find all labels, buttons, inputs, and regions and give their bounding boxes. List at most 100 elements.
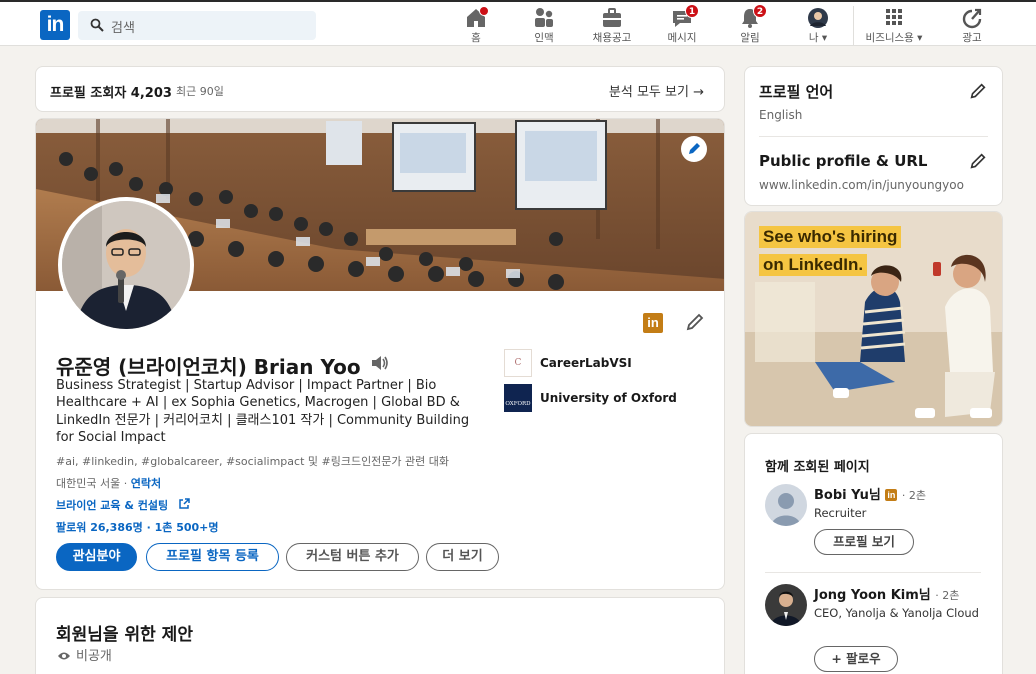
profile-headline: Business Strategist | Startup Advisor | … — [56, 378, 470, 445]
contact-info-link[interactable]: 연락처 — [131, 477, 161, 490]
interests-button[interactable]: 관심분야 — [56, 543, 137, 571]
me-avatar-icon — [806, 7, 830, 29]
person-degree: · 2촌 — [935, 589, 960, 602]
person-title: Recruiter — [814, 506, 867, 520]
profile-name: 유준영 (브라이언코치) Brian Yoo — [56, 355, 361, 379]
person-name-text: Jong Yoon Kim님 — [814, 588, 931, 603]
notifications-badge: 2 — [753, 4, 767, 18]
top-navigation: in 검색 홈 인맥 채용공고 1 메시지 2 알림 나 ▾ 비즈니스용 ▾ 광… — [0, 0, 1036, 46]
nav-advertise-label: 광고 — [962, 32, 982, 44]
suggestions-card: 회원님을 위한 제안 비공개 — [35, 597, 725, 674]
home-badge-dot — [479, 6, 489, 16]
person-avatar[interactable] — [765, 484, 807, 526]
nav-divider — [853, 6, 854, 46]
pencil-icon — [689, 143, 700, 154]
nav-business-label: 비즈니스용 ▾ — [865, 32, 923, 44]
message-icon: 1 — [670, 4, 699, 29]
follow-button[interactable]: + 팔로우 — [814, 646, 898, 672]
eye-icon — [58, 652, 70, 660]
ad-headline-line2: on LinkedIn. — [759, 254, 868, 276]
privacy-label: 비공개 — [76, 649, 112, 664]
name-pronunciation-icon[interactable] — [370, 354, 390, 376]
grid-icon — [882, 7, 906, 29]
nav-notifications[interactable]: 2 알림 — [718, 4, 782, 45]
profile-intro-card: in 유준영 (브라이언코치) Brian Yoo Business Strat… — [35, 118, 725, 590]
nav-messaging[interactable]: 1 메시지 — [650, 4, 714, 45]
profile-viewers-count: 프로필 조회자 4,203 — [50, 86, 172, 101]
profile-language-title: 프로필 언어 — [759, 83, 834, 101]
nav-jobs[interactable]: 채용공고 — [580, 7, 644, 45]
careerlab-logo: C — [504, 349, 532, 377]
viewers-period: 최근 90일 — [176, 85, 224, 98]
divider — [759, 136, 988, 137]
hiring-ad[interactable]: See who's hiring on LinkedIn. — [744, 211, 1003, 427]
home-icon — [464, 6, 489, 29]
linkedin-logo-icon[interactable]: in — [40, 10, 70, 40]
nav-me-label: 나 ▾ — [808, 32, 828, 44]
view-analytics-label: 분석 모두 보기 — [608, 85, 689, 100]
person-degree: · 2촌 — [901, 489, 926, 502]
nav-me[interactable]: 나 ▾ — [786, 7, 850, 45]
people-icon — [532, 7, 556, 29]
person-name-text: Bobi Yu님 — [814, 488, 881, 503]
custom-button-add[interactable]: 커스텀 버튼 추가 — [286, 543, 419, 571]
profile-location: 대한민국 서울 · 연락처 — [56, 477, 162, 490]
bell-icon: 2 — [738, 4, 767, 29]
oxford-logo: OXFORD — [504, 384, 532, 412]
search-icon — [90, 18, 104, 32]
view-profile-button[interactable]: 프로필 보기 — [814, 529, 914, 555]
nav-business-text: 비즈니스용 — [865, 32, 914, 44]
pencil-icon — [970, 153, 986, 169]
pencil-icon — [970, 83, 986, 99]
profile-language-value: English — [759, 108, 803, 122]
person-avatar[interactable] — [765, 584, 807, 626]
nav-notifications-label: 알림 — [740, 32, 760, 44]
profile-website-link[interactable]: 브라이언 교육 & 컨설팅 — [56, 497, 190, 513]
profile-hashtags: #ai, #linkedin, #globalcareer, #socialim… — [56, 455, 450, 468]
nav-home[interactable]: 홈 — [444, 6, 508, 45]
suggestions-title: 회원님을 위한 제안 — [56, 625, 193, 645]
public-profile-title: Public profile & URL — [759, 152, 928, 170]
pencil-icon — [686, 313, 704, 331]
profile-viewers-card: 프로필 조회자 4,203 최근 90일 분석 모두 보기 → — [35, 66, 725, 112]
more-button[interactable]: 더 보기 — [426, 543, 499, 571]
people-also-viewed-title: 함께 조회된 페이지 — [765, 460, 870, 475]
linkedin-premium-icon: in — [885, 489, 898, 501]
edit-language-button[interactable] — [968, 81, 988, 105]
nav-messaging-label: 메시지 — [667, 32, 697, 44]
nav-advertise[interactable]: 광고 — [940, 7, 1004, 45]
briefcase-icon — [600, 7, 624, 29]
nav-business[interactable]: 비즈니스용 ▾ — [862, 7, 926, 45]
ad-headline-line1: See who's hiring — [759, 226, 902, 248]
external-link-icon — [179, 498, 190, 509]
person-title: CEO, Yanolja & Yanolja Cloud — [814, 606, 979, 620]
org-name: CareerLabVSI — [540, 356, 632, 370]
advertise-icon — [960, 7, 984, 29]
nav-network-label: 인맥 — [534, 32, 554, 44]
people-also-viewed-card: 함께 조회된 페이지 Bobi Yu님 in · 2촌 Recruiter 프로… — [744, 433, 1003, 674]
arrow-right-icon: → — [693, 85, 704, 100]
add-profile-section-button[interactable]: 프로필 항목 등록 — [146, 543, 279, 571]
view-analytics-link[interactable]: 분석 모두 보기 → — [609, 81, 704, 100]
profile-photo-image — [62, 201, 190, 329]
edit-url-button[interactable] — [968, 151, 988, 175]
edit-intro-button[interactable] — [684, 311, 706, 337]
public-profile-url: www.linkedin.com/in/junyoungyoo — [759, 178, 964, 192]
profile-followers[interactable]: 팔로워 26,386명 · 1촌 500+명 — [56, 519, 219, 535]
nav-jobs-label: 채용공고 — [592, 32, 632, 44]
profile-language-card: 프로필 언어 English Public profile & URL www.… — [744, 66, 1003, 206]
org-name: University of Oxford — [540, 391, 677, 405]
profile-photo[interactable] — [58, 197, 194, 333]
location-text: 대한민국 서울 — [56, 477, 121, 490]
nav-home-label: 홈 — [471, 32, 481, 44]
nav-network[interactable]: 인맥 — [512, 7, 576, 45]
person-name[interactable]: Jong Yoon Kim님 · 2촌 — [814, 584, 959, 603]
linkedin-premium-badge-icon: in — [643, 313, 663, 333]
person-name[interactable]: Bobi Yu님 in · 2촌 — [814, 484, 926, 503]
divider — [765, 572, 981, 573]
search-input[interactable]: 검색 — [111, 17, 135, 36]
messages-badge: 1 — [685, 4, 699, 18]
search-box[interactable]: 검색 — [78, 11, 316, 40]
nav-me-text: 나 — [808, 32, 819, 44]
edit-banner-button[interactable] — [681, 136, 707, 162]
